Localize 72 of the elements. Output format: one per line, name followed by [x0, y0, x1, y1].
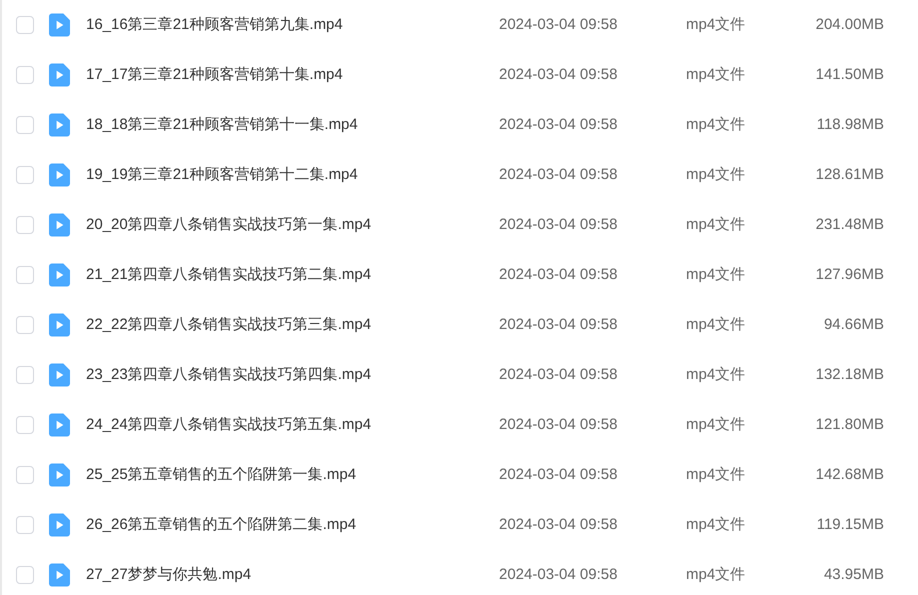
file-name[interactable]: 21_21第四章八条销售实战技巧第二集.mp4: [86, 264, 499, 286]
video-file-icon: [49, 63, 70, 87]
checkbox[interactable]: [16, 16, 34, 34]
file-size: 142.68MB: [814, 464, 884, 485]
modified-date: 2024-03-04 09:58: [499, 214, 618, 235]
file-type: mp4文件: [686, 564, 746, 585]
file-type: mp4文件: [686, 314, 746, 335]
file-type: mp4文件: [686, 514, 746, 535]
file-name[interactable]: 22_22第四章八条销售实战技巧第三集.mp4: [86, 314, 499, 336]
modified-date: 2024-03-04 09:58: [499, 464, 618, 485]
video-file-icon: [49, 163, 70, 187]
file-name[interactable]: 27_27梦梦与你共勉.mp4: [86, 564, 499, 586]
checkbox[interactable]: [16, 366, 34, 384]
checkbox[interactable]: [16, 466, 34, 484]
checkbox[interactable]: [16, 566, 34, 584]
checkbox[interactable]: [16, 216, 34, 234]
file-size: 141.50MB: [814, 64, 884, 85]
video-file-icon: [49, 263, 70, 287]
file-type: mp4文件: [686, 364, 746, 385]
file-name[interactable]: 26_26第五章销售的五个陷阱第二集.mp4: [86, 514, 499, 536]
file-size: 132.18MB: [814, 364, 884, 385]
file-type: mp4文件: [686, 114, 746, 135]
modified-date: 2024-03-04 09:58: [499, 364, 618, 385]
file-type: mp4文件: [686, 414, 746, 435]
file-type: mp4文件: [686, 464, 746, 485]
file-name[interactable]: 20_20第四章八条销售实战技巧第一集.mp4: [86, 214, 499, 236]
checkbox[interactable]: [16, 116, 34, 134]
checkbox[interactable]: [16, 266, 34, 284]
file-size: 121.80MB: [814, 414, 884, 435]
modified-date: 2024-03-04 09:58: [499, 514, 618, 535]
file-type: mp4文件: [686, 14, 746, 35]
file-type: mp4文件: [686, 264, 746, 285]
checkbox[interactable]: [16, 166, 34, 184]
file-size: 94.66MB: [822, 314, 884, 335]
checkbox[interactable]: [16, 416, 34, 434]
file-type: mp4文件: [686, 64, 746, 85]
modified-date: 2024-03-04 09:58: [499, 164, 618, 185]
file-size: 128.61MB: [814, 164, 884, 185]
modified-date: 2024-03-04 09:58: [499, 564, 618, 585]
file-name[interactable]: 24_24第四章八条销售实战技巧第五集.mp4: [86, 414, 499, 436]
file-name[interactable]: 19_19第三章21种顾客营销第十二集.mp4: [86, 164, 499, 186]
file-name[interactable]: 17_17第三章21种顾客营销第十集.mp4: [86, 64, 499, 86]
file-size: 118.98MB: [816, 114, 884, 135]
checkbox[interactable]: [16, 316, 34, 334]
file-type: mp4文件: [686, 164, 746, 185]
file-size: 127.96MB: [814, 264, 884, 285]
modified-date: 2024-03-04 09:58: [499, 314, 618, 335]
video-file-icon: [49, 363, 70, 387]
checkbox[interactable]: [16, 66, 34, 84]
video-file-icon: [49, 413, 70, 437]
modified-date: 2024-03-04 09:58: [499, 114, 618, 135]
modified-date: 2024-03-04 09:58: [499, 64, 618, 85]
file-size: 231.48MB: [814, 214, 884, 235]
checkbox[interactable]: [16, 516, 34, 534]
file-size: 204.00MB: [814, 14, 884, 35]
modified-date: 2024-03-04 09:58: [499, 264, 618, 285]
file-type: mp4文件: [686, 214, 746, 235]
file-name[interactable]: 16_16第三章21种顾客营销第九集.mp4: [86, 14, 499, 36]
file-name[interactable]: 18_18第三章21种顾客营销第十一集.mp4: [86, 114, 499, 136]
modified-date: 2024-03-04 09:58: [499, 14, 618, 35]
modified-date: 2024-03-04 09:58: [499, 414, 618, 435]
video-file-icon: [49, 513, 70, 537]
video-file-icon: [49, 113, 70, 137]
video-file-icon: [49, 213, 70, 237]
file-size: 119.15MB: [816, 514, 884, 535]
video-file-icon: [49, 463, 70, 487]
video-file-icon: [49, 563, 70, 587]
video-file-icon: [49, 13, 70, 37]
file-name[interactable]: 23_23第四章八条销售实战技巧第四集.mp4: [86, 364, 499, 386]
video-file-icon: [49, 313, 70, 337]
file-name[interactable]: 25_25第五章销售的五个陷阱第一集.mp4: [86, 464, 499, 486]
file-size: 43.95MB: [822, 564, 884, 585]
